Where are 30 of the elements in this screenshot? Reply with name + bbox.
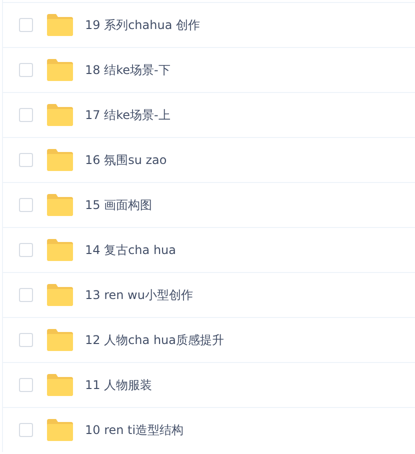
folder-icon bbox=[47, 194, 73, 216]
checkbox[interactable] bbox=[19, 63, 33, 77]
folder-name[interactable]: 12 人物cha hua质感提升 bbox=[85, 332, 224, 348]
folder-name[interactable]: 17 结ke场景-上 bbox=[85, 106, 170, 124]
folder-icon bbox=[47, 419, 73, 441]
folder-name[interactable]: 11 人物服装 bbox=[85, 376, 152, 394]
folder-name[interactable]: 13 ren wu小型创作 bbox=[85, 286, 193, 304]
folder-name[interactable]: 18 结ke场景-下 bbox=[85, 62, 170, 78]
folder-name[interactable]: 19 系列chahua 创作 bbox=[85, 16, 200, 34]
checkbox[interactable] bbox=[19, 243, 33, 257]
checkbox[interactable] bbox=[19, 108, 33, 122]
folder-icon bbox=[47, 239, 73, 261]
folder-name[interactable]: 10 ren ti造型结构 bbox=[85, 422, 184, 438]
folder-icon bbox=[47, 329, 73, 351]
folder-icon bbox=[47, 14, 73, 36]
folder-name[interactable]: 16 氛围su zao bbox=[85, 152, 167, 168]
folder-icon bbox=[47, 374, 73, 396]
folder-name[interactable]: 15 画面构图 bbox=[85, 196, 152, 214]
checkbox[interactable] bbox=[19, 378, 33, 392]
checkbox[interactable] bbox=[19, 288, 33, 302]
folder-icon bbox=[47, 149, 73, 171]
folder-icon bbox=[47, 284, 73, 306]
folder-icon bbox=[47, 104, 73, 126]
checkbox[interactable] bbox=[19, 333, 33, 347]
folder-icon bbox=[47, 59, 73, 81]
checkbox[interactable] bbox=[19, 198, 33, 212]
checkbox[interactable] bbox=[19, 18, 33, 32]
folder-name[interactable]: 14 复古cha hua bbox=[85, 242, 176, 258]
checkbox[interactable] bbox=[19, 423, 33, 437]
checkbox[interactable] bbox=[19, 153, 33, 167]
